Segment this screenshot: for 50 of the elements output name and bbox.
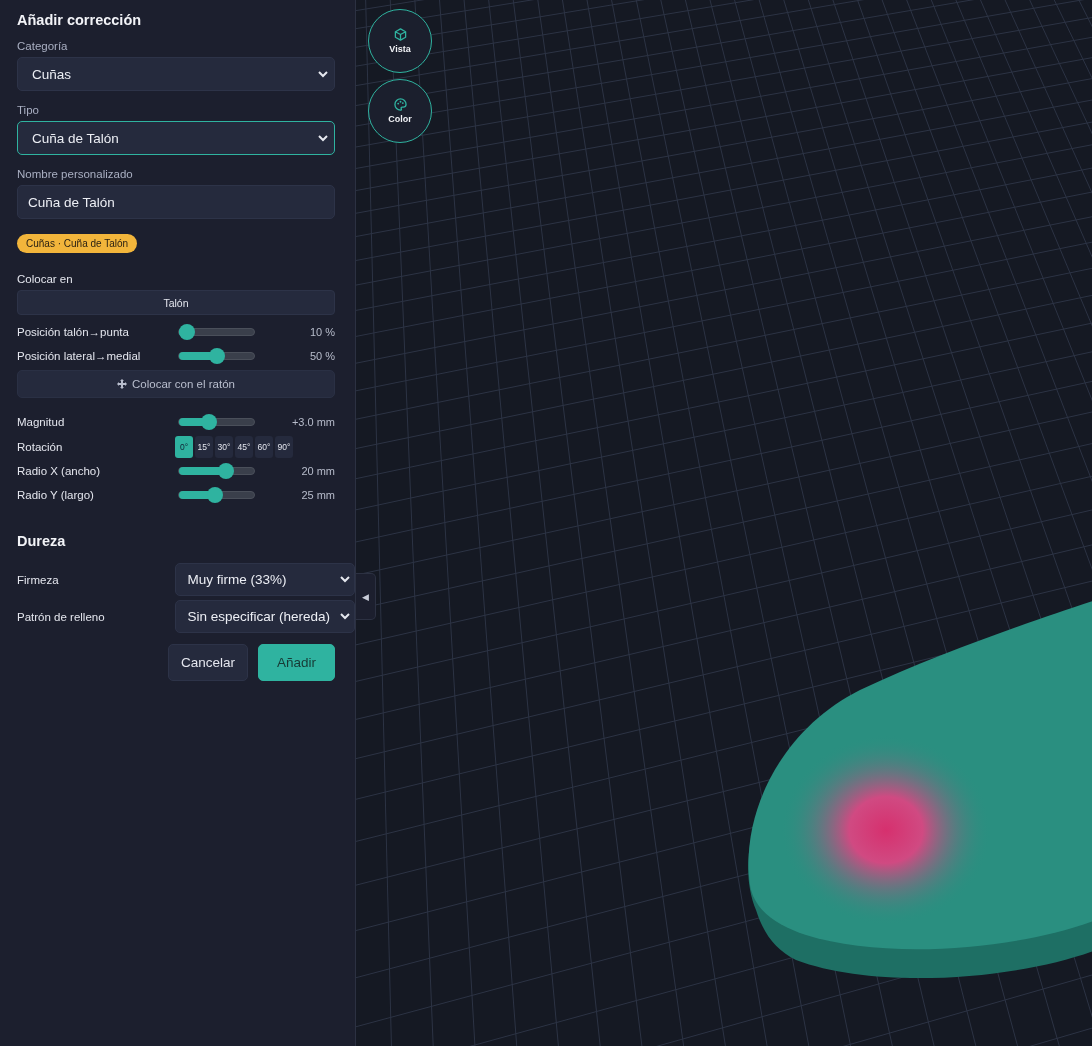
slider-thumb[interactable] bbox=[218, 463, 235, 479]
view-button[interactable]: Vista bbox=[368, 9, 432, 73]
slider-label: Radio Y (largo) bbox=[17, 489, 95, 501]
slider-thumb[interactable] bbox=[207, 487, 223, 503]
zone-button[interactable]: Talón bbox=[17, 290, 335, 315]
dropdown[interactable]: Cuñas bbox=[17, 57, 335, 91]
move-icon bbox=[117, 379, 128, 389]
dropdown[interactable]: Sin especificar (hereda) bbox=[174, 600, 355, 633]
angle-option[interactable]: 45° bbox=[235, 435, 253, 458]
color-button[interactable]: Color bbox=[368, 79, 432, 143]
slider-label: Magnitud bbox=[17, 416, 66, 428]
angle-option[interactable]: 15° bbox=[195, 435, 213, 458]
angle-option[interactable]: 0° bbox=[175, 435, 193, 458]
slider-value: +3.0 mm bbox=[290, 416, 335, 428]
slider-value: 50 % bbox=[308, 350, 335, 362]
place-with-mouse-button[interactable]: Colocar con el ratón bbox=[17, 370, 335, 398]
angle-option[interactable]: 30° bbox=[215, 435, 233, 458]
slider-value: 25 mm bbox=[300, 489, 335, 501]
chevron-icon bbox=[340, 613, 350, 620]
palette-icon bbox=[393, 98, 407, 111]
field-label: Colocar en bbox=[17, 273, 74, 285]
section-title: Dureza bbox=[17, 533, 67, 549]
chevron-icon bbox=[318, 134, 328, 142]
slider-thumb[interactable] bbox=[208, 348, 225, 364]
dropdown[interactable]: Muy firme (33%) bbox=[174, 563, 355, 596]
slider-thumb[interactable] bbox=[178, 324, 195, 340]
name-field[interactable]: Cuña de Talón bbox=[17, 185, 335, 219]
chevron-icon bbox=[340, 576, 350, 583]
category-badge: Cuñas · Cuña de Talón bbox=[17, 234, 138, 253]
field-label: Firmeza bbox=[17, 573, 60, 586]
slider-thumb[interactable] bbox=[201, 414, 217, 430]
angle-option[interactable]: 60° bbox=[255, 435, 273, 458]
field-label: Tipo bbox=[17, 104, 40, 116]
add-button[interactable]: Añadir bbox=[257, 644, 335, 681]
slider-value: 10 % bbox=[308, 326, 335, 338]
panel-title: Añadir corrección bbox=[17, 12, 143, 28]
cube-icon bbox=[393, 28, 407, 41]
field-label: Patrón de relleno bbox=[17, 610, 106, 623]
slider-label: Posición talón→punta bbox=[17, 326, 130, 338]
dropdown[interactable]: Cuña de Talón bbox=[17, 121, 335, 155]
slider-label: Posición lateral→medial bbox=[17, 350, 142, 362]
slider-label: Rotación bbox=[17, 440, 64, 453]
chevron-icon bbox=[318, 70, 328, 78]
cancel-button[interactable]: Cancelar bbox=[167, 644, 248, 681]
slider-label: Radio X (ancho) bbox=[17, 465, 102, 477]
angle-option[interactable]: 90° bbox=[275, 435, 293, 458]
field-label: Nombre personalizado bbox=[17, 168, 134, 180]
collapse-toggle[interactable]: ◀ bbox=[356, 573, 376, 620]
slider-value: 20 mm bbox=[300, 465, 335, 477]
field-label: Categoría bbox=[17, 40, 69, 52]
